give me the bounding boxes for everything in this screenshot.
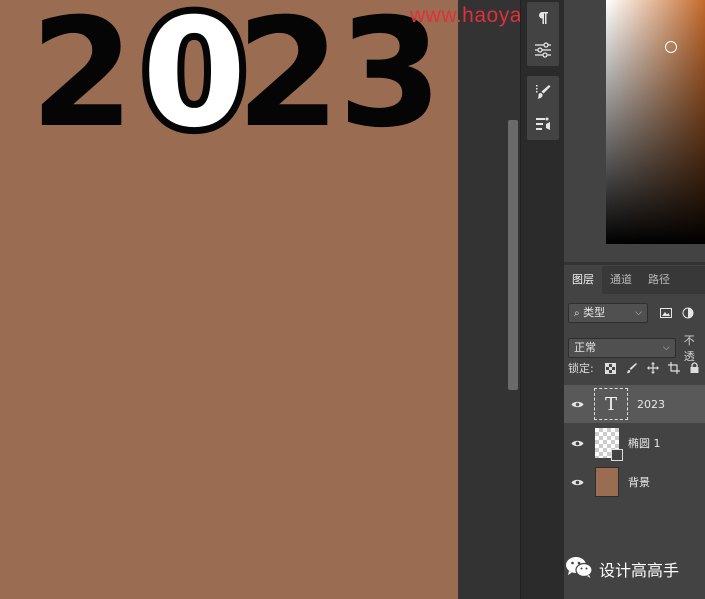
digit-0: 0 (135, 0, 253, 161)
brush-settings-icon[interactable] (527, 76, 559, 108)
wechat-icon (565, 556, 593, 582)
color-picker-field[interactable] (606, 0, 705, 244)
panel-tool-strip (520, 0, 565, 599)
adjustment-filter-icon[interactable] (679, 304, 697, 322)
layer-filter-select[interactable]: ⌕ 类型 ⌵ (568, 303, 648, 323)
lock-artboard-icon[interactable] (665, 360, 683, 376)
tool-group-top (527, 2, 559, 66)
document-canvas[interactable]: 2 0 2 3 (0, 0, 458, 599)
digit-3: 3 (338, 0, 443, 161)
chevron-down-icon: ⌵ (662, 343, 670, 353)
panel-divider (564, 262, 705, 265)
layer-row-text[interactable]: T 2023 (564, 385, 705, 423)
layer-filter-label: 类型 (583, 306, 606, 319)
search-icon: ⌕ (574, 308, 580, 319)
chevron-down-icon: ⌵ (635, 308, 642, 318)
eye-icon[interactable] (564, 400, 590, 409)
lock-label: 锁定: (568, 362, 594, 375)
lock-all-icon[interactable] (686, 360, 704, 376)
layer-name-text: 2023 (637, 397, 665, 411)
background-layer-thumbnail (595, 467, 619, 497)
text-layer-glyph: T (604, 393, 617, 415)
layer-name-ellipse: 椭圆 1 (628, 437, 661, 450)
blend-mode-value: 正常 (574, 341, 596, 354)
ellipse-layer-thumbnail (595, 428, 623, 461)
tool-group-bottom (527, 76, 559, 140)
layers-panel-tabs: 图层 通道 路径 (564, 266, 705, 294)
lock-transparent-icon[interactable] (602, 360, 620, 376)
lock-pixels-icon[interactable] (623, 360, 641, 376)
tab-channels[interactable]: 通道 (602, 266, 640, 294)
shape-link-icon (611, 449, 623, 461)
canvas-area[interactable]: 2 0 2 3 (0, 0, 520, 599)
brand-footer: 设计高高手 (565, 556, 679, 582)
layer-row-ellipse[interactable]: 椭圆 1 (564, 424, 705, 462)
tab-layers[interactable]: 图层 (564, 266, 602, 294)
lock-row: 锁定: (568, 360, 704, 376)
lock-position-icon[interactable] (644, 360, 662, 376)
layer-name-background: 背景 (628, 476, 650, 489)
vertical-scrollbar[interactable] (508, 120, 518, 390)
eye-icon[interactable] (564, 478, 590, 487)
paragraph-icon[interactable] (527, 2, 559, 34)
blend-mode-select[interactable]: 正常 ⌵ (568, 338, 676, 358)
text-layer-thumbnail: T (594, 388, 628, 420)
adjustments-icon[interactable] (527, 34, 559, 66)
layer-filter-row: ⌕ 类型 ⌵ (568, 303, 697, 323)
digit-2-first: 2 (30, 0, 135, 161)
eye-icon[interactable] (564, 439, 590, 448)
layer-row-background[interactable]: 背景 (564, 463, 705, 501)
image-filter-icon[interactable] (657, 304, 675, 322)
tool-presets-icon[interactable] (527, 108, 559, 140)
digit-2-second: 2 (236, 0, 341, 161)
brand-name: 设计高高手 (599, 561, 680, 580)
color-picker-cursor[interactable] (665, 41, 677, 53)
tab-paths[interactable]: 路径 (640, 266, 678, 294)
